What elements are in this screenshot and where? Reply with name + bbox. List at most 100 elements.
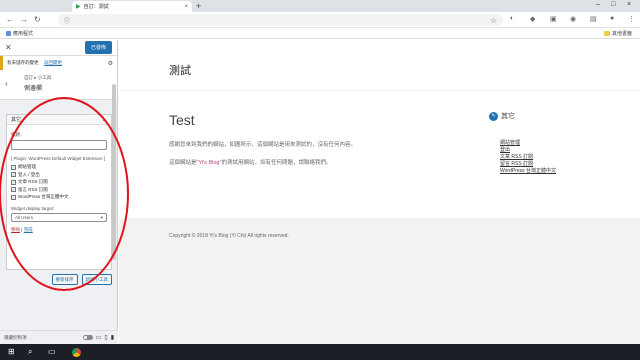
title-label: 標題： [11, 132, 25, 137]
option-row[interactable]: ✓ 留言 RSS 訂閱 [11, 187, 107, 193]
extension-icon[interactable]: ◆ [530, 15, 535, 23]
windows-start-icon[interactable]: ⊞ [8, 347, 15, 356]
bookmark-other-label: 其他書籤 [612, 31, 633, 37]
chevron-down-icon: ▾ [100, 214, 103, 220]
extension-icon[interactable]: ◉ [570, 15, 576, 23]
extension-icon[interactable]: ▣ [550, 15, 557, 23]
paragraph-text: 這個網站是 [169, 160, 197, 166]
toggle-switch[interactable] [82, 335, 93, 340]
breadcrumb: 自訂 ▸ 小工具 [24, 75, 52, 80]
chrome-icon[interactable] [72, 348, 81, 357]
close-tab-icon[interactable]: × [184, 4, 188, 10]
folder-icon [604, 31, 610, 36]
checkbox[interactable]: ✓ [11, 172, 16, 177]
section-header: ‹ 自訂 ▸ 小工具 側邊欄 [0, 70, 117, 100]
menu-icon[interactable]: ⋮ [628, 15, 635, 23]
option-label: WordPress 台灣正體中文 [18, 194, 69, 199]
post-title[interactable]: Test [169, 112, 195, 128]
maximize-icon[interactable]: □ [611, 1, 615, 8]
search-icon[interactable]: ⌕ [28, 347, 32, 357]
mobile-preview-icon[interactable]: ▮ [111, 334, 114, 341]
meta-link[interactable]: 網站管理 [500, 140, 556, 147]
post-paragraph: 這個網站是"Yi's Blog"的測試用網站，如有任何問題，請聯絡我們。 [169, 158, 331, 166]
meta-link[interactable]: 留言 RSS 訂閱 [500, 161, 556, 168]
plugin-note: [ Plugin: WordPress Default Widget Exten… [11, 156, 105, 161]
display-target-select[interactable]: All Users ▾ [11, 213, 107, 222]
widget-actions: 移除 | 完成 [11, 227, 107, 233]
meta-link[interactable]: WordPress 台灣正體中文 [500, 168, 556, 175]
notice-text: 有未儲存的變更 [7, 60, 39, 65]
pencil-icon[interactable]: ✎ [489, 111, 498, 121]
back-arrow-icon[interactable]: ‹ [5, 79, 8, 88]
option-row[interactable]: ✓ 文章 RSS 訂閱 [11, 179, 107, 185]
caret-up-icon[interactable]: ▲ [102, 117, 107, 123]
widget-area-actions: 重新排序 新增小工具 [6, 274, 112, 285]
copyright: Copyright © 2018 Yi's Blog (Yi Chi) All … [169, 233, 289, 239]
option-label: 網站管理 [18, 164, 36, 169]
back-icon[interactable]: ← [6, 15, 14, 24]
desktop-preview-icon[interactable]: ▭ [96, 334, 102, 341]
extension-icon[interactable]: ▤ [590, 15, 597, 23]
meta-link[interactable]: 文章 RSS 訂閱 [500, 154, 556, 161]
play-icon: ▶ [76, 4, 81, 10]
widget-name: 其它 [11, 117, 22, 123]
option-row[interactable]: ✓ 登入 / 登出 [11, 172, 107, 178]
widget-form: 其它 ▲ 標題： [ Plugin: WordPress Default Wid… [6, 114, 112, 270]
browser-tab-bar: ▶ 自訂：測試 × + – □ × [0, 0, 640, 12]
publish-button[interactable]: 已發佈 [84, 41, 112, 54]
reorder-button[interactable]: 重新排序 [51, 274, 78, 285]
notice-link[interactable]: 返回變更 [44, 60, 62, 66]
taskbar: ⊞ ⌕ ▭ [0, 344, 640, 360]
option-row[interactable]: ✓ 網站管理 [11, 164, 107, 170]
forward-icon[interactable]: → [20, 15, 28, 24]
bookmark-other[interactable]: 其他書籤 [604, 30, 632, 37]
omnibox[interactable]: ⓘ ☆ [58, 14, 503, 26]
close-icon[interactable]: ✕ [5, 43, 12, 52]
customizer-header: ✕ 已發佈 [0, 40, 117, 56]
widget-heading-text: 其它 [501, 113, 515, 120]
option-label: 文章 RSS 訂閱 [18, 179, 48, 184]
apps-icon [6, 31, 11, 36]
bookmark-star-icon[interactable]: ☆ [490, 16, 497, 25]
option-row[interactable]: ✓ WordPress 台灣正體中文 [11, 194, 107, 200]
delete-link[interactable]: 移除 [11, 227, 20, 232]
bookmark-apps[interactable]: 應用程式 [6, 30, 33, 37]
widget-title-bar[interactable]: 其它 ▲ [7, 115, 111, 125]
profile-icon[interactable]: ● [610, 15, 614, 22]
window-close-icon[interactable]: × [627, 1, 631, 8]
paragraph-text: 的測試用網站，如有任何問題，請聯絡我們。 [221, 160, 332, 166]
customizer-footer: 隱藏控制項 ▭ ▯ ▮ [0, 330, 118, 344]
gear-icon[interactable]: ⚙ [108, 60, 113, 67]
checkbox[interactable]: ✓ [11, 187, 16, 192]
checkbox[interactable]: ✓ [11, 164, 16, 170]
header-divider [119, 90, 640, 91]
post-paragraph: 感謝您來到我們的網站，如圖所示，這個網站是用來測試的，沒有任何內容。 [169, 142, 357, 148]
done-link[interactable]: 完成 [24, 227, 33, 232]
new-tab-icon[interactable]: + [196, 1, 201, 11]
extension-icon[interactable]: ◐ [510, 15, 514, 22]
blog-link[interactable]: "Yi's Blog" [197, 160, 222, 166]
widget-heading: ✎ 其它 [489, 111, 515, 121]
display-target-label: Widget display target: [11, 206, 55, 211]
panel-scrollbar[interactable] [112, 84, 116, 260]
title-input[interactable] [11, 140, 107, 150]
site-footer: Copyright © 2018 Yi's Blog (Yi Chi) All … [119, 218, 640, 344]
reload-icon[interactable]: ↻ [34, 15, 41, 24]
checkbox[interactable]: ✓ [11, 179, 16, 185]
minimize-icon[interactable]: – [596, 1, 600, 8]
checkbox[interactable]: ✓ [11, 194, 16, 200]
task-view-icon[interactable]: ▭ [48, 347, 56, 356]
site-preview: 測試 Test 感謝您來到我們的網站，如圖所示，這個網站是用來測試的，沒有任何內… [119, 40, 640, 344]
browser-tab[interactable]: ▶ 自訂：測試 × [72, 1, 192, 12]
meta-link[interactable]: 登出 [500, 147, 556, 154]
display-target-value: All Users [15, 215, 34, 220]
option-label: 登入 / 登出 [18, 171, 40, 177]
bookmark-apps-label: 應用程式 [13, 31, 34, 37]
add-widget-button[interactable]: 新增小工具 [81, 274, 112, 285]
bookmarks-bar: 應用程式 其他書籤 [0, 28, 640, 39]
tablet-preview-icon[interactable]: ▯ [104, 334, 107, 341]
site-title[interactable]: 測試 [169, 62, 191, 78]
collapse-toggle[interactable]: 隱藏控制項 [4, 335, 80, 341]
info-icon[interactable]: ⓘ [64, 16, 70, 25]
meta-links: 網站管理 登出 文章 RSS 訂閱 留言 RSS 訂閱 WordPress 台灣… [500, 140, 556, 175]
